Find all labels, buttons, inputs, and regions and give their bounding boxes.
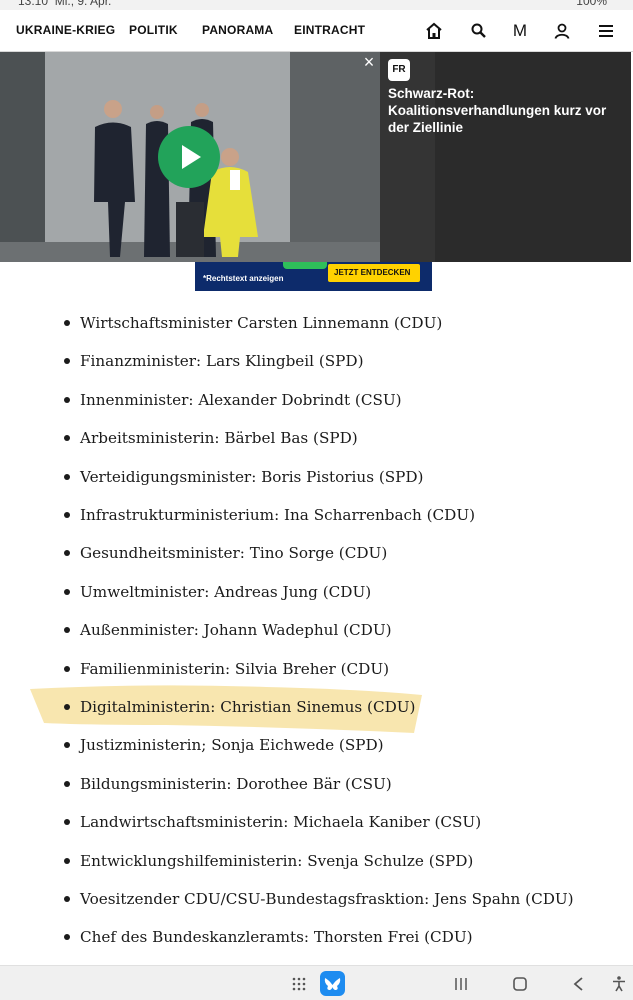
list-item: Verteidigungsminister: Boris Pistorius (…: [64, 461, 624, 499]
accessibility-icon[interactable]: [610, 975, 628, 993]
minister-entry-text: Justizministerin; Sonja Eichwede (SPD): [80, 736, 384, 755]
video-info-panel: [380, 52, 631, 262]
back-icon[interactable]: [570, 975, 588, 993]
bullet-point: [64, 819, 70, 826]
nav-item-ukraine-krieg[interactable]: UKRAINE-KRIEG: [16, 23, 115, 37]
minister-entry-text: Entwicklungshilfeministerin: Svenja Schu…: [80, 851, 474, 870]
bullet-point: [64, 857, 70, 864]
nav-item-panorama[interactable]: PANORAMA: [202, 23, 273, 37]
bullet-point: [64, 588, 70, 595]
bullet-point: [64, 742, 70, 749]
bullet-point: [64, 396, 70, 403]
list-item: Arbeitsministerin: Bärbel Bas (SPD): [64, 422, 624, 460]
minister-entry-text: Finanzminister: Lars Klingbeil (SPD): [80, 352, 364, 371]
battery-level: 100%: [576, 0, 607, 8]
minister-entry-text: Landwirtschaftsministerin: Michaela Kani…: [80, 813, 482, 832]
list-item: Bildungsministerin: Dorothee Bär (CSU): [64, 768, 624, 806]
play-button[interactable]: [158, 126, 220, 188]
minister-entry-text: Wirtschaftsminister Carsten Linnemann (C…: [80, 314, 443, 332]
minister-entry-text: Gesundheitsminister: Tino Sorge (CDU): [80, 544, 388, 563]
ad-cta-label: JETZT ENTDECKEN: [334, 268, 411, 277]
list-item: Voesitzender CDU/CSU-Bundestagsfrasktion…: [64, 883, 624, 921]
video-headline[interactable]: Schwarz-Rot: Koalitionsverhandlungen kur…: [388, 85, 628, 136]
minister-entry-text: Innenminister: Alexander Dobrindt (CSU): [80, 390, 402, 409]
bullet-point: [64, 780, 70, 787]
list-item: Umweltminister: Andreas Jung (CDU): [64, 576, 624, 614]
close-icon[interactable]: ×: [361, 53, 377, 71]
minister-entry-text: Infrastrukturministerium: Ina Scharrenba…: [80, 506, 476, 524]
bullet-point: [64, 358, 70, 365]
list-item: Landwirtschaftsministerin: Michaela Kani…: [64, 806, 624, 844]
list-item: Wirtschaftsminister Carsten Linnemann (C…: [64, 307, 624, 345]
list-item: Infrastrukturministerium: Ina Scharrenba…: [64, 499, 624, 537]
apps-icon[interactable]: [290, 975, 308, 993]
fr-logo: FR: [388, 59, 410, 81]
user-icon[interactable]: [552, 21, 572, 41]
search-icon[interactable]: [469, 21, 489, 41]
recents-icon[interactable]: [452, 975, 470, 993]
bullet-point: [64, 550, 70, 557]
list-item: Chef des Bundeskanzleramts: Thorsten Fre…: [64, 921, 624, 959]
m-icon[interactable]: M: [510, 21, 530, 41]
list-item: Digitalministerin: Christian Sinemus (CD…: [64, 691, 624, 729]
minister-entry-text: Familienministerin: Silvia Breher (CDU): [80, 659, 390, 678]
minister-entry-text: Umweltminister: Andreas Jung (CDU): [80, 582, 372, 601]
bullet-point: [64, 473, 70, 480]
bullet-point: [64, 896, 70, 902]
advertisement-banner[interactable]: *Rechtstext anzeigen JETZT ENTDECKEN: [195, 262, 432, 291]
ad-cta-button[interactable]: JETZT ENTDECKEN: [328, 264, 420, 282]
bullet-point: [64, 704, 70, 710]
list-item: Entwicklungshilfeministerin: Svenja Schu…: [64, 845, 624, 883]
list-item: Justizministerin; Sonja Eichwede (SPD): [64, 729, 624, 767]
status-bar: 13:10 Mi., 9. Apr. 100%: [0, 0, 633, 10]
ad-legal-link[interactable]: *Rechtstext anzeigen: [203, 274, 283, 283]
nav-item-eintracht[interactable]: EINTRACHT: [294, 23, 365, 37]
bluesky-icon[interactable]: [320, 971, 345, 996]
bullet-point: [64, 435, 70, 442]
bullet-point: [64, 627, 70, 634]
list-item: Finanzminister: Lars Klingbeil (SPD): [64, 345, 624, 383]
home-icon[interactable]: [424, 21, 444, 41]
list-item: Gesundheitsminister: Tino Sorge (CDU): [64, 537, 624, 575]
list-item: Familienministerin: Silvia Breher (CDU): [64, 653, 624, 691]
home-button-icon[interactable]: [511, 975, 529, 993]
minister-entry-text: Digitalministerin: Christian Sinemus (CD…: [80, 698, 416, 716]
minister-entry-text: Verteidigungsminister: Boris Pistorius (…: [80, 467, 424, 486]
minister-entry-text: Bildungsministerin: Dorothee Bär (CSU): [80, 774, 392, 793]
bullet-point: [64, 512, 70, 518]
bullet-point: [64, 665, 70, 672]
list-item: Außenminister: Johann Wadephul (CDU): [64, 614, 624, 652]
minister-entry-text: Arbeitsministerin: Bärbel Bas (SPD): [80, 429, 358, 448]
status-time-date: 13:10 Mi., 9. Apr.: [18, 0, 112, 8]
system-navigation-bar: [0, 965, 633, 1000]
video-player[interactable]: FR Schwarz-Rot: Koalitionsverhandlungen …: [0, 52, 631, 262]
ad-green-tab: [283, 262, 327, 269]
bullet-point: [64, 320, 70, 326]
nav-item-politik[interactable]: POLITIK: [129, 23, 178, 37]
top-navigation: UKRAINE-KRIEG POLITIK PANORAMA EINTRACHT…: [0, 10, 633, 52]
menu-icon[interactable]: [596, 21, 616, 41]
play-icon: [182, 145, 201, 169]
minister-entry-text: Außenminister: Johann Wadephul (CDU): [80, 621, 392, 640]
minister-entry-text: Voesitzender CDU/CSU-Bundestagsfrasktion…: [80, 890, 574, 908]
bullet-point: [64, 934, 70, 941]
minister-entry-text: Chef des Bundeskanzleramts: Thorsten Fre…: [80, 928, 473, 947]
video-panel-background: [380, 52, 435, 262]
list-item: Innenminister: Alexander Dobrindt (CSU): [64, 384, 624, 422]
